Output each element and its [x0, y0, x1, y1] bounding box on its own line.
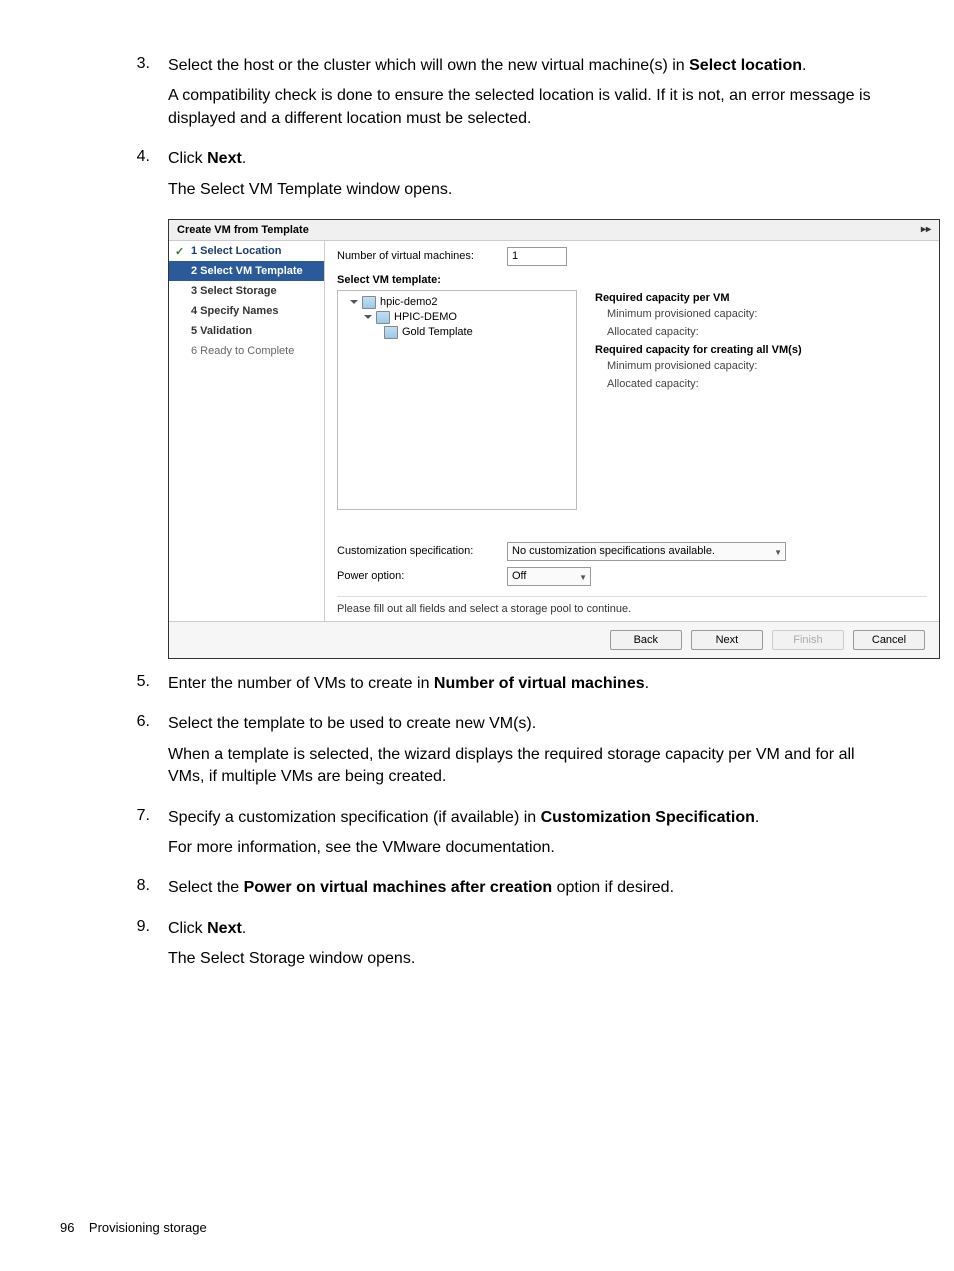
step-number: 5. [60, 673, 168, 703]
step-para: The Select Storage window opens. [168, 948, 415, 970]
step-text: . [645, 675, 649, 692]
step-text: option if desired. [552, 879, 674, 896]
cancel-button[interactable]: Cancel [853, 630, 925, 650]
nav-step-location[interactable]: 1 Select Location [169, 241, 324, 261]
step-text: Select the host or the cluster which wil… [168, 57, 689, 74]
wizard-dialog: Create VM from Template ▸▸ 1 Select Loca… [168, 219, 940, 659]
power-option-label: Power option: [337, 570, 507, 582]
capacity-item: Minimum provisioned capacity: [595, 308, 927, 320]
chevron-down-icon[interactable] [350, 300, 358, 304]
step-para: A compatibility check is done to ensure … [168, 85, 894, 130]
wizard-footer: Back Next Finish Cancel [169, 621, 939, 658]
step-text: Select the [168, 879, 244, 896]
step-para: When a template is selected, the wizard … [168, 744, 894, 789]
step-text: . [242, 150, 246, 167]
cust-spec-select[interactable]: No customization specifications availabl… [507, 542, 786, 561]
wizard-nav: 1 Select Location 2 Select VM Template 3… [169, 241, 325, 621]
cust-spec-label: Customization specification: [337, 545, 507, 557]
expand-icon[interactable]: ▸▸ [921, 224, 931, 235]
step-text: . [242, 920, 246, 937]
section-title: Provisioning storage [89, 1220, 207, 1235]
step-number: 3. [60, 55, 168, 138]
tree-node[interactable]: hpic-demo2 [380, 296, 437, 308]
doc-step-7: 7. Specify a customization specification… [60, 807, 894, 868]
nav-step-storage: 3 Select Storage [169, 281, 324, 301]
chevron-down-icon[interactable] [364, 315, 372, 319]
power-option-select[interactable]: Off [507, 567, 591, 586]
datacenter-icon [376, 311, 390, 324]
step-bold: Select location [689, 57, 802, 74]
step-bold: Customization Specification [541, 809, 755, 826]
wizard-titlebar: Create VM from Template ▸▸ [169, 220, 939, 241]
capacity-heading: Required capacity for creating all VM(s) [595, 344, 927, 356]
step-bold: Number of virtual machines [434, 675, 645, 692]
doc-step-3: 3. Select the host or the cluster which … [60, 55, 894, 138]
next-button[interactable]: Next [691, 630, 763, 650]
step-para: For more information, see the VMware doc… [168, 837, 759, 859]
capacity-item: Minimum provisioned capacity: [595, 360, 927, 372]
step-bold: Next [207, 920, 242, 937]
nav-step-ready: 6 Ready to Complete [169, 341, 324, 361]
doc-step-6: 6. Select the template to be used to cre… [60, 713, 894, 796]
step-text: . [802, 57, 806, 74]
doc-step-5: 5. Enter the number of VMs to create in … [60, 673, 894, 703]
step-text: Enter the number of VMs to create in [168, 675, 434, 692]
page-footer: 96 Provisioning storage [60, 1220, 207, 1235]
template-icon [384, 326, 398, 339]
doc-step-9: 9. Click Next. The Select Storage window… [60, 918, 894, 979]
capacity-heading: Required capacity per VM [595, 292, 927, 304]
tree-node[interactable]: Gold Template [402, 326, 473, 338]
nav-step-names: 4 Specify Names [169, 301, 324, 321]
datacenter-icon [362, 296, 376, 309]
step-text: Click [168, 150, 207, 167]
num-vm-input[interactable] [507, 247, 567, 266]
step-bold: Next [207, 150, 242, 167]
step-number: 7. [60, 807, 168, 868]
step-para: The Select VM Template window opens. [168, 179, 452, 201]
step-number: 4. [60, 148, 168, 209]
capacity-panel: Required capacity per VM Minimum provisi… [577, 290, 927, 530]
step-text: . [755, 809, 759, 826]
wizard-hint: Please fill out all fields and select a … [337, 596, 927, 615]
nav-step-template[interactable]: 2 Select VM Template [169, 261, 324, 281]
step-number: 6. [60, 713, 168, 796]
capacity-item: Allocated capacity: [595, 378, 927, 390]
back-button[interactable]: Back [610, 630, 682, 650]
page-number: 96 [60, 1220, 74, 1235]
num-vm-label: Number of virtual machines: [337, 250, 507, 262]
step-text: Specify a customization specification (i… [168, 809, 541, 826]
step-text: Click [168, 920, 207, 937]
select-template-label: Select VM template: [337, 274, 927, 286]
step-number: 8. [60, 877, 168, 907]
step-number: 9. [60, 918, 168, 979]
tree-node[interactable]: HPIC-DEMO [394, 311, 457, 323]
step-bold: Power on virtual machines after creation [244, 879, 553, 896]
wizard-title: Create VM from Template [177, 224, 309, 236]
doc-step-8: 8. Select the Power on virtual machines … [60, 877, 894, 907]
capacity-item: Allocated capacity: [595, 326, 927, 338]
nav-step-validation: 5 Validation [169, 321, 324, 341]
template-tree[interactable]: hpic-demo2 HPIC-DEMO Gold Template [337, 290, 577, 510]
doc-step-4: 4. Click Next. The Select VM Template wi… [60, 148, 894, 209]
finish-button: Finish [772, 630, 844, 650]
step-para: Select the template to be used to create… [168, 713, 894, 735]
